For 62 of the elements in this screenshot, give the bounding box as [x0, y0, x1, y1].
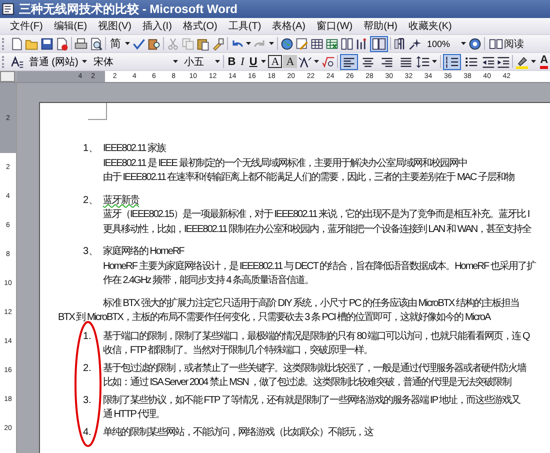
- font-size-dropdown[interactable]: 小五: [180, 54, 213, 70]
- text-line: 标准 BTX 强大的扩展力注定它只适用于高阶 DIY 系统，小尺寸 PC 的任务应该由 MicroBTX 结构的主板担当: [103, 298, 519, 308]
- section-heading: 家庭网络的 HomeRF: [103, 245, 186, 259]
- menu-item[interactable]: 插入(I): [142, 19, 172, 33]
- menu-item[interactable]: 帮助(H): [364, 19, 398, 33]
- text-line: 蓝牙（IEEE802.15）是一项最新标准，对于 IEEE802.11 来说，它的出现不是为了竞争而是相互补充。蓝牙比 I: [103, 208, 530, 222]
- text-line: IEEE802.11 是 IEEE 最初制定的一个无线局域网标准，主要用于解决办公室局域网和校园网中: [103, 156, 468, 170]
- underline-button[interactable]: U: [247, 54, 260, 70]
- italic-button[interactable]: I: [238, 54, 246, 70]
- document-permission-icon[interactable]: [55, 36, 69, 52]
- character-shading-button[interactable]: A: [283, 55, 298, 68]
- section-heading: IEEE802.11 家族: [103, 142, 167, 156]
- zoom-dropdown[interactable]: 100%: [423, 36, 459, 52]
- table-pencil-icon[interactable]: [295, 36, 309, 52]
- text-line: 作在 2.4GHz 频带，能同步支持 4 条高质量语音信道。: [103, 274, 315, 288]
- help-icon[interactable]: [468, 36, 482, 52]
- character-border-button[interactable]: A: [268, 55, 282, 68]
- line-spacing-icon[interactable]: [416, 54, 430, 70]
- simplified-chinese-button[interactable]: 简: [108, 36, 123, 52]
- print-preview-icon[interactable]: [89, 36, 103, 52]
- list-number: 1.: [82, 330, 92, 344]
- menu-item[interactable]: 格式(O): [182, 19, 218, 33]
- list-number: 1、: [82, 142, 100, 156]
- globe-icon[interactable]: [280, 36, 294, 52]
- text-line: 基于端口的限制，限制了某些端口，最极端的情况是限制的只有 80 端口可以访问，也就只能看看网页，连 Q: [103, 330, 531, 344]
- menu-item[interactable]: 工具(T): [228, 19, 262, 33]
- font-dropdown[interactable]: 宋体: [89, 54, 172, 70]
- style-dropdown[interactable]: 普通 (网站): [24, 54, 80, 70]
- text-line: 单纯的限制某些网站，不能访问，网络游戏（比如联众）不能玩，这: [103, 426, 374, 440]
- new-document-icon[interactable]: [10, 36, 24, 52]
- printer-icon[interactable]: [74, 36, 88, 52]
- menu-item[interactable]: 视图(V): [98, 19, 132, 33]
- text-line: 更具移动性，比如，IEEE802.11 限制在办公室和校园内，蓝牙能把一个设备连接到 LAN 和 WAN，甚至支持全: [103, 222, 532, 236]
- menu-item[interactable]: 表格(A): [272, 19, 306, 33]
- menu-item[interactable]: 编辑(E): [54, 19, 88, 33]
- list-number: 4.: [82, 426, 92, 440]
- list-number: 2、: [82, 194, 100, 208]
- menu-item[interactable]: 文件(F): [10, 19, 43, 33]
- styles-icon[interactable]: [10, 54, 24, 70]
- bold-button[interactable]: B: [226, 54, 238, 70]
- brush-icon[interactable]: [211, 36, 225, 52]
- text-line: HomeRF 主要为家庭网络设计，是 IEEE802.11 与 DECT 的结合，旨在降低语音数据成本。HomeRF 也采用了扩: [103, 260, 537, 274]
- word-document-icon: [2, 1, 16, 17]
- text-line: 限制了某些协议，如不能 FTP 了等情况，还有就是限制了一些网络游戏的服务器端 IP 地址，而这些游戏又: [103, 394, 522, 408]
- menu-item[interactable]: 窗口(W): [316, 19, 353, 33]
- menu-item[interactable]: 收藏夹(K): [408, 19, 452, 33]
- text-line: BTX 到 MicroBTX，主板的布局不需要作任何变化，只需要砍去 3 条 PCI 槽的位置即可，这就好像如今的 MicroA: [58, 312, 490, 323]
- list-number: 2.: [82, 362, 92, 376]
- list-number: 3、: [82, 245, 100, 259]
- text-line: 收信，FTP 都限制了。当然对于限制几个特殊端口，突破原理一样。: [103, 344, 374, 358]
- list-number: 3.: [82, 394, 92, 408]
- text-line: 基于包过滤的限制，或者禁止了一些关键字。这类限制就比较强了，一般是通过代理服务器或者硬件防火墙: [103, 362, 528, 376]
- margin-corner-mark: [88, 103, 107, 120]
- text-line: 通 HTTP 代理。: [103, 408, 166, 422]
- columns-icon[interactable]: [340, 36, 354, 52]
- drawing-icon[interactable]: [355, 36, 369, 52]
- window-title: 三种无线网技术的比较 - Microsoft Word: [19, 0, 238, 18]
- section-heading: 蓝牙新贵: [103, 194, 140, 208]
- text-line: 由于 IEEE802.11 在速率和传输距离上都不能满足人们的需要，因此，三者的主要差别在于 MAC 子层和物: [103, 171, 516, 185]
- read-button[interactable]: 阅读: [487, 36, 526, 52]
- text-line: 比如：通过 ISA Server 2004 禁止 MSN ，做了包过滤。这类限制比较难突破，普通的代理是无法突破限制: [103, 376, 512, 390]
- save-icon[interactable]: [40, 36, 54, 52]
